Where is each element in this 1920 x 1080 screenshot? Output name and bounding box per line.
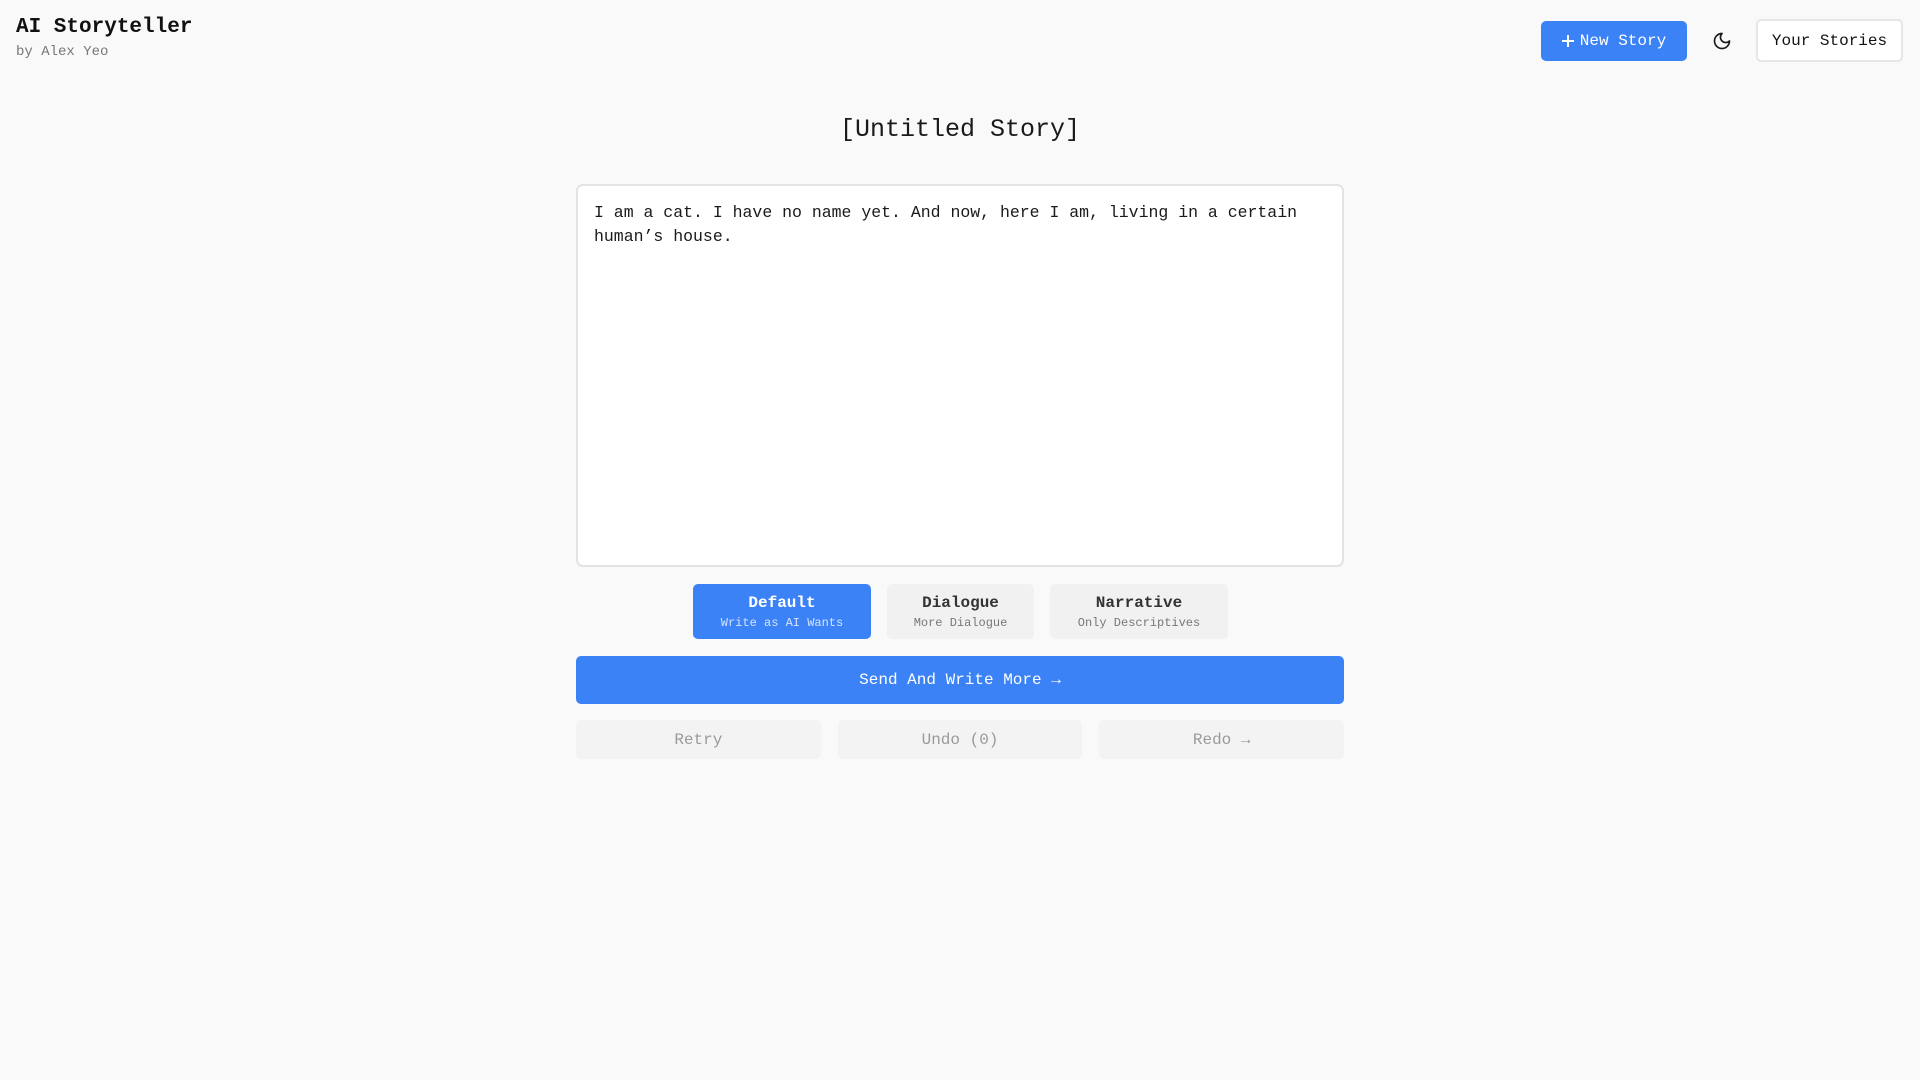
history-actions: Retry Undo (0) Redo → (576, 720, 1345, 759)
app-subtitle: by Alex Yeo (16, 44, 109, 60)
mode-default-button[interactable]: Default Write as AI Wants (693, 584, 871, 639)
send-and-write-more-button[interactable]: Send And Write More → (576, 656, 1344, 704)
mode-dialogue-button[interactable]: Dialogue More Dialogue (887, 584, 1034, 639)
mode-subtitle: More Dialogue (913, 615, 1008, 630)
mode-subtitle: Write as AI Wants (720, 615, 844, 630)
header-actions: New Story Your Stories (1541, 19, 1903, 62)
new-story-label: New Story (1579, 32, 1667, 50)
mode-label: Default (748, 593, 816, 612)
new-story-button[interactable]: New Story (1541, 21, 1687, 61)
theme-toggle-button[interactable] (1700, 21, 1744, 61)
mode-label: Narrative (1095, 593, 1183, 612)
redo-button[interactable]: Redo → (1099, 720, 1345, 759)
mode-narrative-button[interactable]: Narrative Only Descriptives (1050, 584, 1228, 639)
your-stories-button[interactable]: Your Stories (1756, 19, 1903, 62)
brand: AI Storyteller by Alex Yeo (16, 15, 192, 61)
story-editor[interactable] (576, 184, 1344, 567)
app-title: AI Storyteller (16, 16, 193, 39)
moon-icon (1713, 32, 1731, 49)
undo-button[interactable]: Undo (0) (837, 720, 1083, 759)
plus-icon (1561, 35, 1574, 47)
app-root: AI Storyteller by Alex Yeo New Story You… (0, 0, 1920, 1080)
retry-button[interactable]: Retry (576, 720, 821, 759)
writing-mode-selector: Default Write as AI Wants Dialogue More … (693, 584, 1228, 639)
mode-label: Dialogue (922, 593, 999, 612)
story-title[interactable]: [Untitled Story] (0, 113, 1920, 147)
mode-subtitle: Only Descriptives (1077, 615, 1201, 630)
